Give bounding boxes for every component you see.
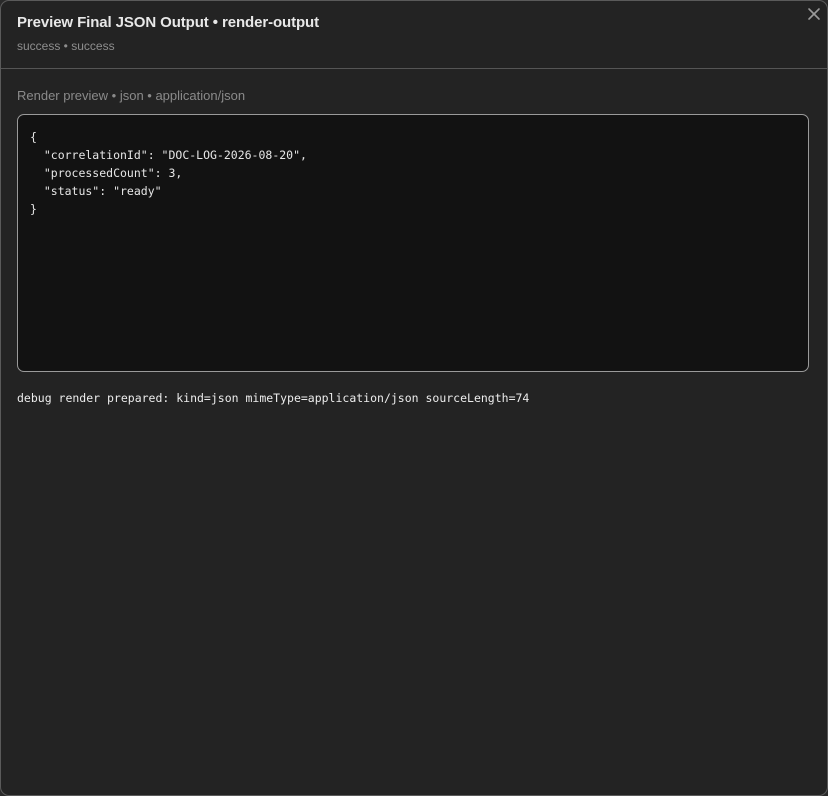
render-preview-label: Render preview • json • application/json [17, 88, 246, 103]
close-icon [808, 8, 820, 20]
dialog-title: Preview Final JSON Output • render-outpu… [17, 14, 320, 31]
dialog-subtitle: success • success [17, 39, 115, 53]
close-button[interactable] [803, 3, 825, 25]
json-code: { "correlationId": "DOC-LOG-2026-08-20",… [30, 130, 307, 216]
code-preview-panel[interactable]: { "correlationId": "DOC-LOG-2026-08-20",… [17, 114, 809, 372]
dialog-header: Preview Final JSON Output • render-outpu… [1, 1, 827, 69]
debug-message: debug render prepared: kind=json mimeTyp… [17, 391, 530, 405]
preview-dialog: Preview Final JSON Output • render-outpu… [0, 0, 828, 796]
